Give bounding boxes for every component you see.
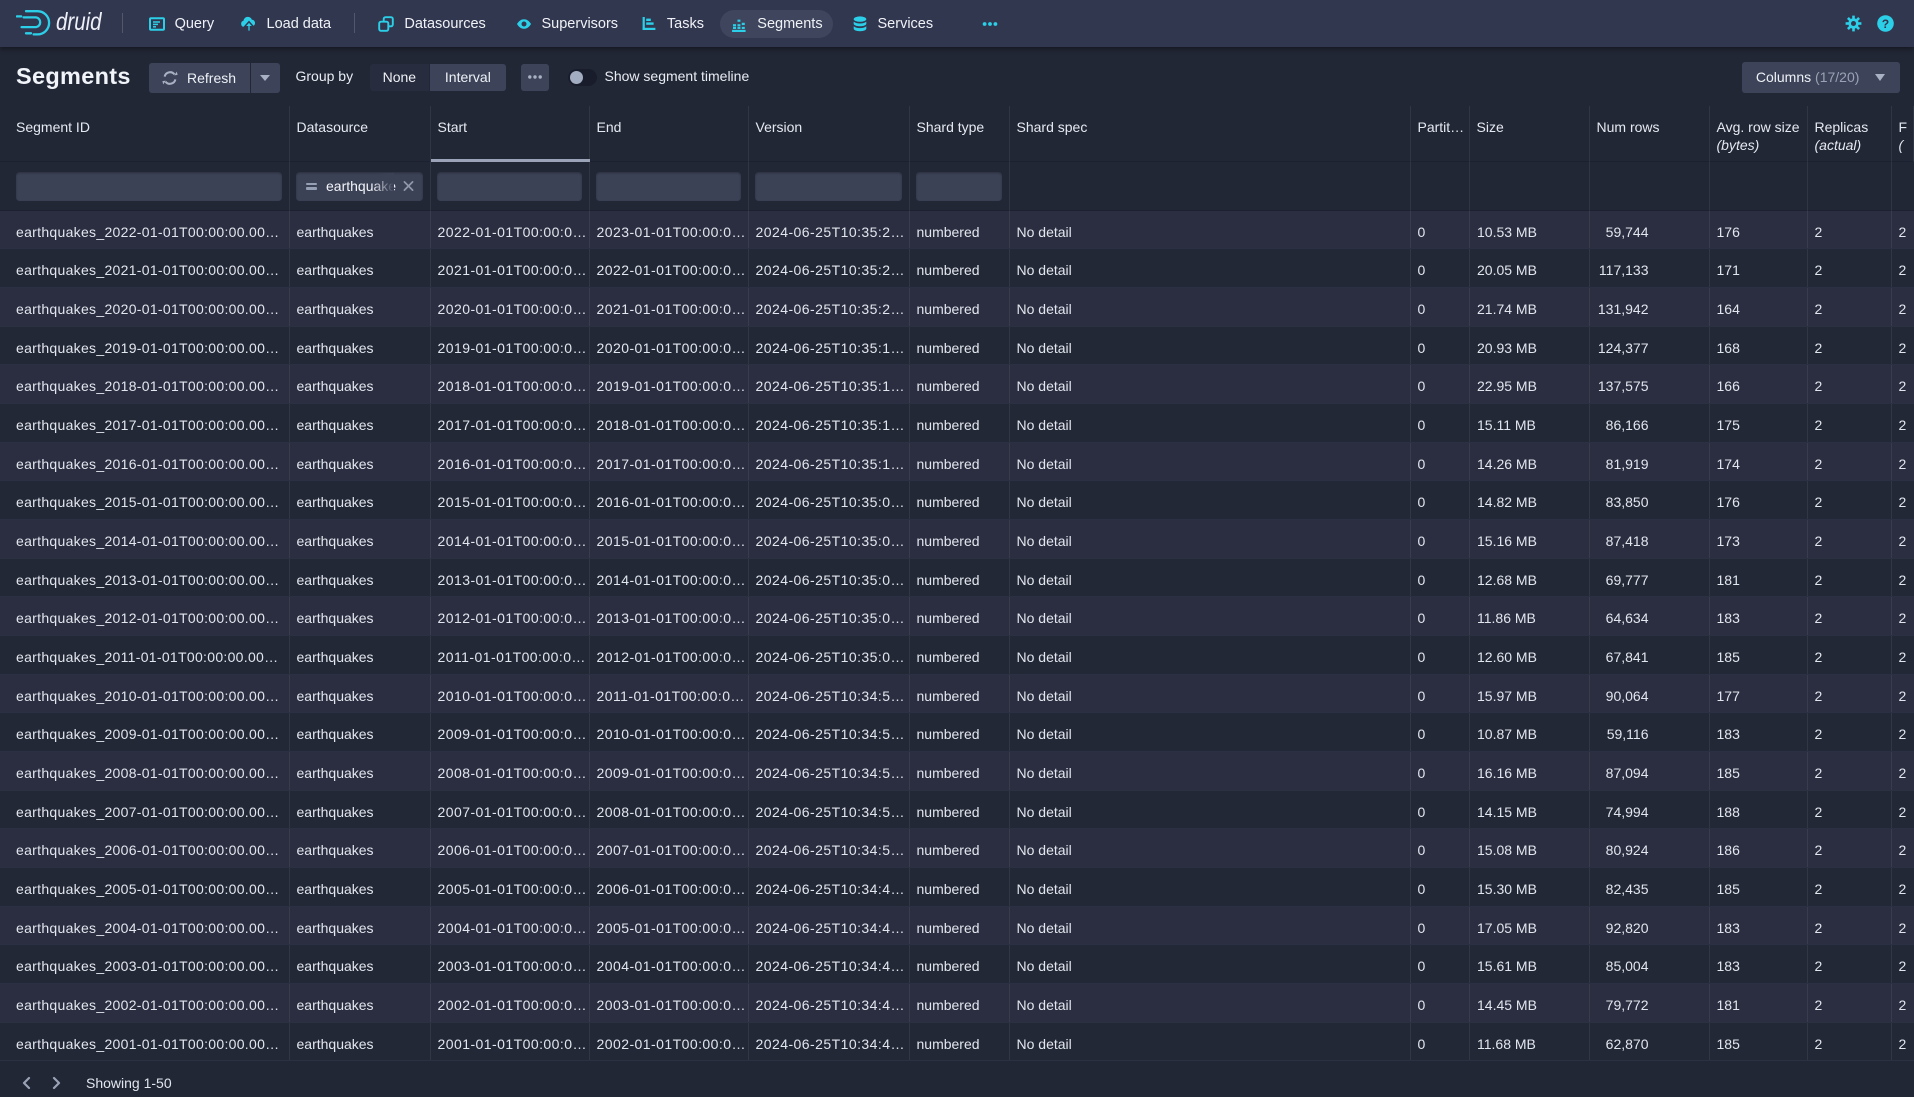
svg-text:?: ? — [1882, 17, 1889, 31]
